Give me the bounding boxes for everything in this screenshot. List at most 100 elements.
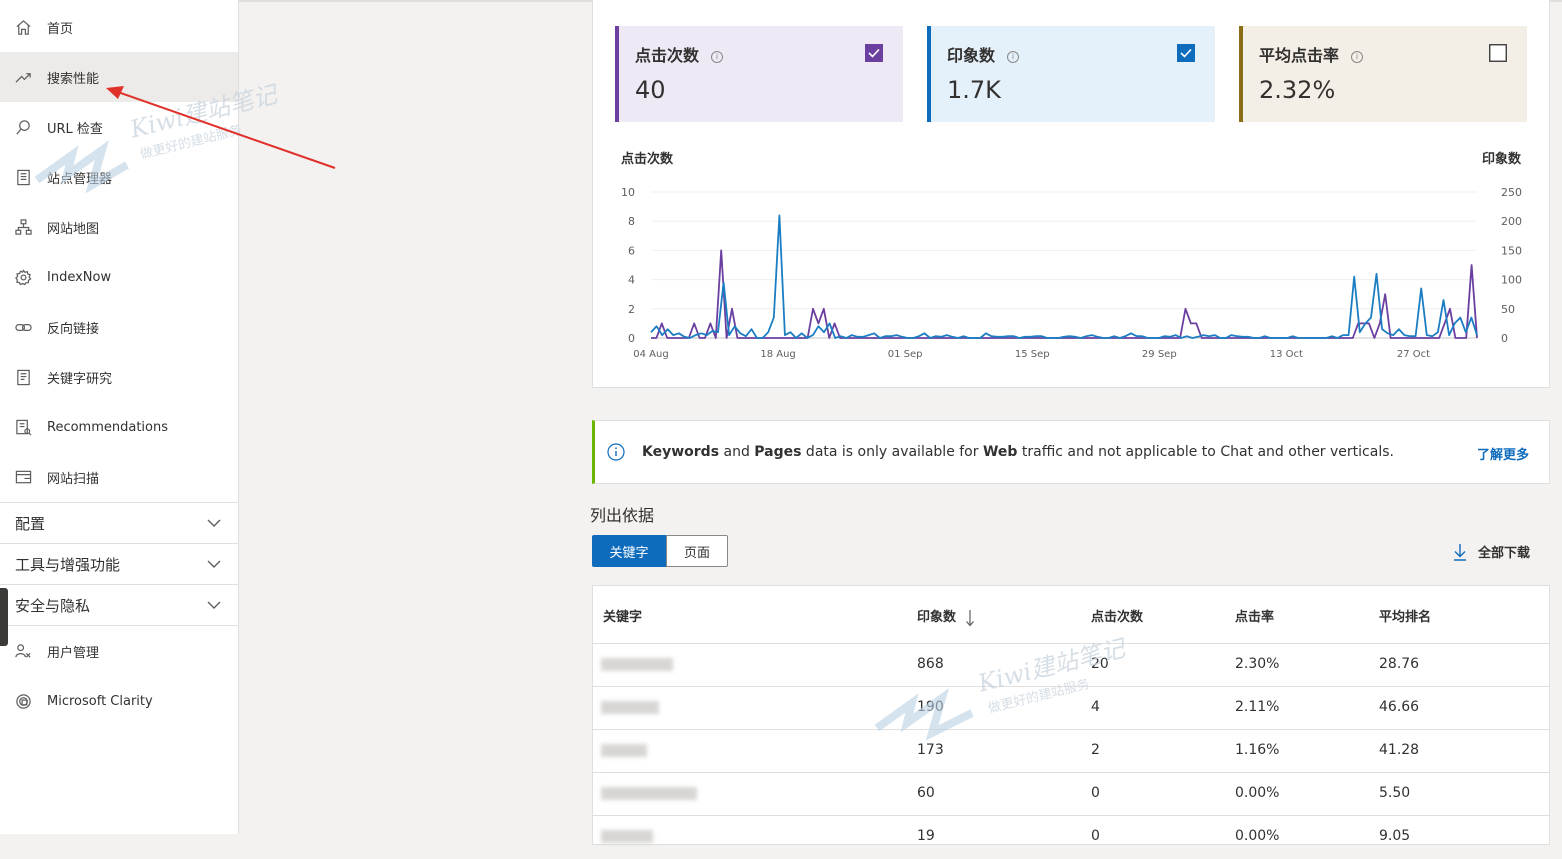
table-cell-impressions: 190 — [917, 699, 944, 715]
impressions-series-line — [650, 214, 1478, 339]
info-icon[interactable]: i — [1007, 50, 1020, 63]
table-cell-impressions: 173 — [917, 742, 944, 758]
gear-icon — [14, 268, 32, 286]
chevron-down-icon — [206, 556, 222, 572]
metric-card-impressions[interactable]: 印象数 i 1.7K — [927, 26, 1215, 122]
tab-keywords[interactable]: 关键字 — [592, 535, 666, 567]
download-all-button[interactable]: 全部下载 — [1452, 542, 1530, 561]
table-cell-clicks: 4 — [1091, 699, 1100, 715]
sidebar-item-backlinks[interactable]: 反向链接 — [0, 302, 238, 352]
sidebar-item-label: 首页 — [47, 21, 74, 37]
x-tick-label: 29 Sep — [1142, 349, 1177, 360]
sitemap-icon — [14, 218, 32, 236]
redacted-keyword — [601, 830, 653, 843]
sidebar-item-label: Recommendations — [47, 419, 169, 435]
x-tick-label: 01 Sep — [888, 349, 923, 360]
sidebar-item-label: 网站地图 — [47, 221, 100, 237]
home-icon — [14, 18, 32, 36]
sidebar-item-label: IndexNow — [47, 269, 112, 285]
sidebar-item-site-explorer[interactable]: 站点管理器 — [0, 152, 238, 202]
table-cell-ctr: 0.00% — [1235, 828, 1280, 844]
redacted-keyword — [601, 744, 647, 757]
sidebar-item-microsoft-clarity[interactable]: Microsoft Clarity — [0, 676, 238, 726]
x-tick-label: 27 Oct — [1397, 349, 1430, 360]
table-cell-clicks: 2 — [1091, 742, 1100, 758]
column-header-label: 印象数 — [917, 610, 957, 625]
nav-group-security[interactable]: 安全与隐私 — [0, 584, 238, 625]
table-cell-impressions: 60 — [917, 785, 935, 801]
sidebar-item-label: 关键字研究 — [47, 371, 113, 387]
sidebar-item-keyword-research[interactable]: 关键字研究 — [0, 352, 238, 402]
table-cell-ctr: 0.00% — [1235, 785, 1280, 801]
chart-y-axis-title: 点击次数 — [621, 152, 674, 167]
chevron-down-icon — [206, 515, 222, 531]
sidebar-item-label: 站点管理器 — [47, 171, 113, 187]
table-cell-impressions: 19 — [917, 828, 935, 844]
column-header-impressions[interactable]: 印象数 — [917, 606, 975, 627]
sidebar-item-label: 搜索性能 — [47, 71, 100, 87]
table-row[interactable]: 190 4 2.11% 46.66 — [593, 686, 1549, 730]
scan-icon — [14, 468, 32, 486]
sidebar: 首页 搜索性能 URL 检查 站点管理器 网站地图 IndexNow 反向链接 … — [0, 0, 239, 834]
keywords-table: 关键字 印象数 点击次数 点击率 平均排名 868 20 2.30% 28.76 190… — [592, 585, 1550, 845]
table-row[interactable]: 173 2 1.16% 41.28 — [593, 729, 1549, 773]
checkbox-checked-icon[interactable] — [865, 44, 883, 62]
performance-chart-card: 点击次数 i 40 印象数 i 1.7K 平均点击率 i 2.32% 点击次数 印象数… — [592, 0, 1550, 388]
info-icon[interactable]: i — [711, 50, 724, 63]
sidebar-item-label: Microsoft Clarity — [47, 693, 153, 709]
recommendations-icon — [14, 418, 32, 436]
learn-more-link[interactable]: 了解更多 — [1477, 444, 1529, 463]
tab-pages[interactable]: 页面 — [666, 535, 728, 567]
sidebar-item-url-inspection[interactable]: URL 检查 — [0, 102, 238, 152]
checkbox-unchecked-icon[interactable] — [1489, 44, 1507, 62]
sidebar-item-search-performance[interactable]: 搜索性能 — [0, 52, 238, 102]
x-tick-label: 18 Aug — [760, 349, 795, 360]
nav-group-config[interactable]: 配置 — [0, 502, 238, 543]
sidebar-item-user-management[interactable]: 用户管理 — [0, 626, 238, 676]
metric-label: 点击次数 — [635, 46, 700, 65]
table-cell-clicks: 0 — [1091, 785, 1100, 801]
metric-value: 1.7K — [947, 76, 1001, 104]
metric-value: 40 — [635, 76, 666, 104]
checkbox-checked-icon[interactable] — [1177, 44, 1195, 62]
column-header-keyword[interactable]: 关键字 — [603, 606, 642, 625]
sidebar-item-site-scan[interactable]: 网站扫描 — [0, 452, 238, 502]
sidebar-item-sitemaps[interactable]: 网站地图 — [0, 202, 238, 252]
line-chart[interactable]: 10 2508 2006 1504 1002 500 004 Aug 18 Aug 01 Sep… — [593, 170, 1549, 370]
table-cell-ctr: 1.16% — [1235, 742, 1280, 758]
column-header-ctr[interactable]: 点击率 — [1235, 606, 1274, 625]
sidebar-item-recommendations[interactable]: Recommendations — [0, 402, 238, 452]
metric-label: 印象数 — [947, 46, 996, 65]
link-icon — [14, 318, 32, 336]
sidebar-item-home[interactable]: 首页 — [0, 2, 238, 52]
nav-group-label: 安全与隐私 — [15, 596, 91, 615]
nav-group-label: 配置 — [15, 514, 46, 533]
banner-text-part: Web — [982, 444, 1018, 460]
column-header-clicks[interactable]: 点击次数 — [1091, 606, 1143, 625]
sidebar-item-label: 网站扫描 — [47, 471, 100, 487]
sidebar-item-indexnow[interactable]: IndexNow — [0, 252, 238, 302]
nav-group-tools[interactable]: 工具与增强功能 — [0, 543, 238, 584]
banner-text-part: Pages — [754, 444, 802, 460]
sidebar-resize-handle[interactable] — [0, 588, 8, 646]
column-header-avg-position[interactable]: 平均排名 — [1379, 606, 1431, 625]
table-row[interactable]: 19 0 0.00% 9.05 — [593, 815, 1549, 859]
banner-text-part: traffic and not applicable to Chat and o… — [1017, 444, 1394, 460]
y2-tick-label: 0 — [1501, 332, 1508, 345]
table-cell-clicks: 20 — [1091, 656, 1109, 672]
table-cell-rank: 41.28 — [1379, 742, 1420, 758]
metric-card-clicks[interactable]: 点击次数 i 40 — [615, 26, 903, 122]
table-cell-rank: 9.05 — [1379, 828, 1411, 844]
table-row[interactable]: 868 20 2.30% 28.76 — [593, 643, 1549, 687]
table-row[interactable]: 60 0 0.00% 5.50 — [593, 772, 1549, 816]
metric-value: 2.32% — [1259, 76, 1336, 104]
table-cell-ctr: 2.11% — [1235, 699, 1280, 715]
download-all-label: 全部下载 — [1478, 546, 1531, 561]
y-tick-label: 6 — [628, 244, 635, 257]
metric-card-ctr[interactable]: 平均点击率 i 2.32% — [1239, 26, 1527, 122]
y-tick-label: 8 — [628, 215, 635, 228]
y2-tick-label: 250 — [1501, 186, 1522, 199]
table-cell-rank: 5.50 — [1379, 785, 1411, 801]
y-tick-label: 2 — [628, 303, 635, 316]
info-icon[interactable]: i — [1351, 50, 1364, 63]
